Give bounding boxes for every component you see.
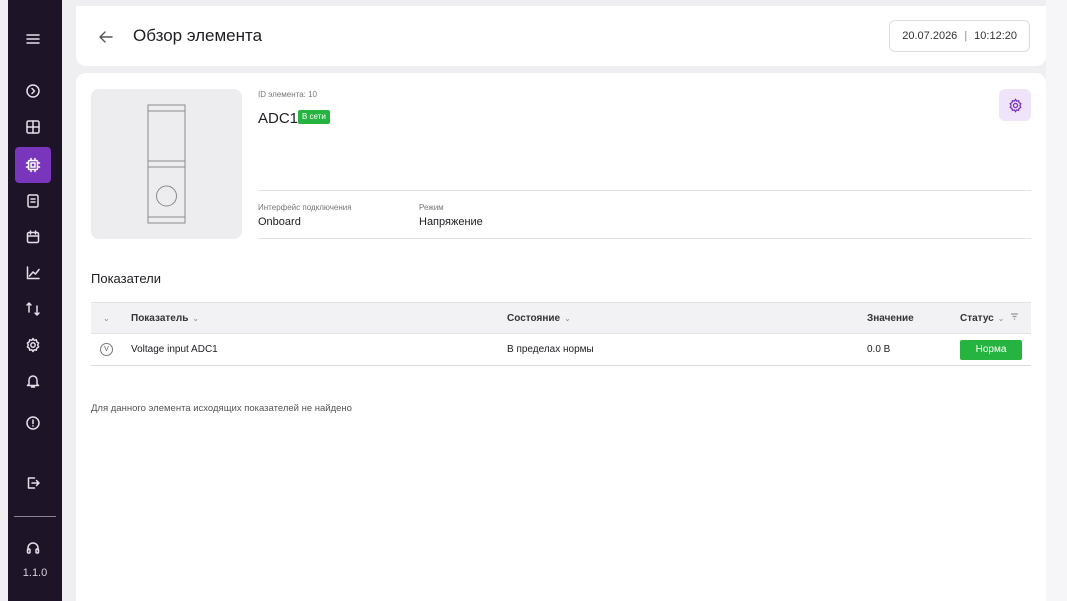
element-settings-button[interactable] (999, 89, 1031, 121)
column-indicator-header[interactable]: Показатель ⌄ (131, 303, 199, 333)
chart-icon (26, 266, 40, 280)
column-label: Статус (960, 312, 994, 324)
indicators-table: ⌄ Показатель ⌄ Состояние ⌄ Значение Статус… (91, 302, 1031, 366)
right-scroll-area (1046, 0, 1067, 601)
app-version: 1.1.0 (22, 567, 48, 579)
datetime-display: 20.07.2026 | 10:12:20 (889, 20, 1030, 52)
chip-icon (25, 157, 41, 173)
sidebar-item-reports[interactable] (15, 183, 51, 219)
status-badge: Норма (960, 339, 1022, 360)
element-name: ADC1 (258, 110, 299, 127)
dashboard-icon (26, 120, 40, 134)
empty-outputs-message: Для данного элемента исходящих показател… (91, 403, 352, 414)
column-label: Состояние (507, 312, 561, 324)
circle-chevron-icon (26, 84, 40, 98)
column-label: Показатель (131, 312, 189, 324)
table-header: ⌄ Показатель ⌄ Состояние ⌄ Значение Статус… (91, 302, 1031, 334)
bell-icon (26, 375, 40, 388)
gear-icon (1008, 97, 1022, 113)
indicator-state: В пределах нормы (507, 344, 594, 355)
sidebar-divider (14, 516, 56, 517)
element-overview-card: ID элемента: 10 ADC1 В сети Интерфейс по… (76, 73, 1046, 601)
chevron-down-icon: ⌄ (103, 313, 110, 323)
device-illustration (147, 104, 186, 224)
divider (258, 190, 1031, 191)
indicators-section-title: Показатели (91, 271, 161, 286)
sidebar-item-sync[interactable] (15, 291, 51, 327)
indicator-name: Voltage input ADC1 (131, 344, 218, 355)
sidebar-item-overview[interactable] (15, 73, 51, 109)
back-button[interactable] (99, 30, 113, 44)
page-header: Обзор элемента 20.07.2026 | 10:12:20 (76, 6, 1046, 66)
sidebar-item-alerts[interactable] (15, 405, 51, 441)
expand-all-toggle[interactable]: ⌄ (103, 303, 110, 333)
device-image (91, 89, 242, 239)
gear-icon (26, 337, 40, 353)
datetime-separator: | (964, 30, 968, 42)
column-value-header: Значение (867, 303, 914, 333)
sidebar-item-schedule[interactable] (15, 219, 51, 255)
document-icon (27, 194, 39, 208)
table-row[interactable]: V Voltage input ADC1 В пределах нормы 0.… (91, 334, 1031, 366)
sidebar: 1.1.0 (8, 0, 62, 601)
sidebar-item-elements[interactable] (15, 147, 51, 183)
calendar-icon (26, 230, 40, 244)
chevron-down-icon: ⌄ (564, 313, 571, 323)
headset-icon (26, 542, 40, 554)
divider (258, 238, 1031, 239)
indicator-value: 0.0 В (867, 344, 891, 355)
row-type-badge: V (100, 334, 113, 365)
menu-icon[interactable] (15, 21, 51, 57)
arrow-left-icon (99, 31, 113, 43)
chevron-down-icon: ⌄ (192, 313, 200, 323)
support-button[interactable] (15, 530, 51, 566)
sidebar-item-charts[interactable] (15, 255, 51, 291)
status-badge: В сети (298, 110, 330, 124)
sync-icon (26, 302, 40, 316)
logout-icon (27, 477, 40, 489)
indicator-status-cell: Норма (960, 334, 1022, 365)
column-state-header[interactable]: Состояние ⌄ (507, 303, 571, 333)
filter-icon[interactable] (1010, 312, 1019, 324)
connection-interface-label: Интерфейс подключения (258, 203, 352, 212)
alert-icon (26, 416, 40, 430)
mode-value: Напряжение (419, 216, 483, 228)
sidebar-item-dashboard[interactable] (15, 109, 51, 145)
date-text: 20.07.2026 (902, 30, 958, 42)
voltage-icon: V (100, 343, 113, 356)
connection-interface-value: Onboard (258, 216, 301, 228)
element-id-label: ID элемента: 10 (258, 90, 317, 99)
sidebar-item-notifications[interactable] (15, 363, 51, 399)
mode-label: Режим (419, 203, 444, 212)
column-status-header[interactable]: Статус ⌄ (960, 303, 1019, 333)
chevron-down-icon: ⌄ (997, 313, 1005, 323)
logout-button[interactable] (15, 465, 51, 501)
page-title: Обзор элемента (133, 26, 263, 45)
sidebar-item-settings[interactable] (15, 327, 51, 363)
time-text: 10:12:20 (974, 30, 1017, 42)
column-label: Значение (867, 312, 914, 324)
